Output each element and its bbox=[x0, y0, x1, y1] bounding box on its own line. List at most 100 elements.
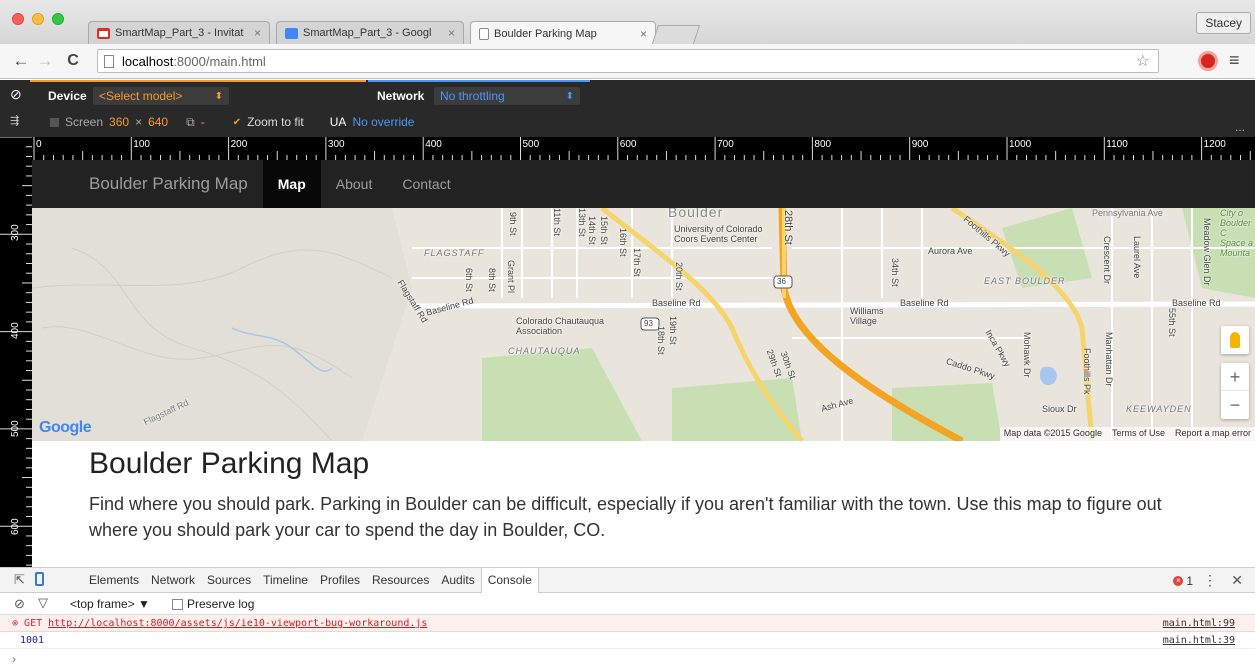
map-label-baseline-east: Baseline Rd bbox=[900, 298, 949, 308]
device-mode-icon[interactable] bbox=[35, 572, 44, 586]
close-tab-icon[interactable]: × bbox=[254, 26, 261, 40]
preserve-log-option[interactable]: Preserve log bbox=[172, 597, 254, 611]
minimize-window-button[interactable] bbox=[32, 13, 44, 25]
swap-dimensions-icon[interactable]: ⧉ bbox=[186, 115, 195, 130]
ruler-label: 600 bbox=[10, 518, 21, 535]
map-attribution: Map data ©2015 Google Terms of Use Repor… bbox=[999, 427, 1255, 441]
source-link[interactable]: main.html:99 bbox=[1163, 615, 1235, 632]
browser-tab-active[interactable]: Boulder Parking Map × bbox=[470, 21, 656, 45]
emulation-row-screen: Screen 360 × 640 ⧉ - ✔ Zoom to fit UA No… bbox=[0, 109, 1255, 135]
map-label-flagstaff: FLAGSTAFF bbox=[424, 248, 485, 258]
source-link[interactable]: main.html:39 bbox=[1163, 632, 1235, 649]
report-error-link[interactable]: Report a map error bbox=[1175, 428, 1251, 440]
tab-timeline[interactable]: Timeline bbox=[257, 568, 314, 593]
devtools-close-icon[interactable]: ✕ bbox=[1231, 572, 1243, 589]
ruler-label: 500 bbox=[523, 139, 540, 150]
profile-button[interactable]: Stacey bbox=[1196, 12, 1251, 34]
tab-resources[interactable]: Resources bbox=[366, 568, 435, 593]
preserve-log-checkbox[interactable] bbox=[172, 598, 183, 610]
browser-tab-gmail[interactable]: SmartMap_Part_3 - Invitat × bbox=[88, 21, 270, 44]
nav-link-contact[interactable]: Contact bbox=[387, 160, 465, 208]
new-tab-button[interactable] bbox=[651, 25, 701, 44]
dpr-value[interactable]: - bbox=[201, 115, 205, 129]
vertical-ruler-ticks: 300 400 500 600 bbox=[0, 137, 32, 566]
network-tab-indicator bbox=[368, 80, 590, 82]
tab-title: SmartMap_Part_3 - Invitat bbox=[115, 27, 244, 39]
ua-value[interactable]: No override bbox=[352, 115, 414, 129]
network-label: Network bbox=[377, 89, 425, 103]
tab-profiles[interactable]: Profiles bbox=[314, 568, 366, 593]
devtools-menu-icon[interactable]: ⋮ bbox=[1203, 572, 1217, 589]
bookmark-star-icon[interactable]: ☆ bbox=[1136, 51, 1150, 71]
back-icon[interactable]: ← bbox=[10, 50, 32, 72]
device-model-select[interactable]: <Select model> ⬍ bbox=[93, 87, 229, 105]
map-label-keewayden: KEEWAYDEN bbox=[1126, 404, 1192, 414]
ruler-label: 700 bbox=[717, 139, 734, 150]
tab-sources[interactable]: Sources bbox=[201, 568, 257, 593]
maximize-window-button[interactable] bbox=[52, 13, 64, 25]
close-window-button[interactable] bbox=[12, 13, 24, 25]
site-brand[interactable]: Boulder Parking Map bbox=[74, 160, 263, 208]
error-count: 1 bbox=[1186, 574, 1193, 588]
clear-console-icon[interactable]: ⊘ bbox=[14, 596, 25, 612]
nav-link-about[interactable]: About bbox=[321, 160, 388, 208]
tab-audits[interactable]: Audits bbox=[435, 568, 480, 593]
network-select-value: No throttling bbox=[440, 89, 505, 103]
gmail-icon bbox=[97, 27, 110, 39]
terms-of-use-link[interactable]: Terms of Use bbox=[1112, 428, 1165, 440]
zoom-out-button[interactable]: − bbox=[1221, 391, 1249, 419]
map-label-19th-st: 19th St bbox=[668, 316, 678, 345]
tab-console[interactable]: Console bbox=[480, 568, 539, 593]
filter-icon[interactable]: ▽ bbox=[38, 595, 48, 611]
tab-title: SmartMap_Part_3 - Googl bbox=[303, 27, 432, 39]
park-area bbox=[672, 378, 802, 441]
url-host: localhost bbox=[122, 53, 174, 69]
tab-elements[interactable]: Elements bbox=[83, 568, 145, 593]
site-navbar: Boulder Parking Map Map About Contact bbox=[32, 160, 1255, 208]
console-prompt[interactable]: › bbox=[12, 652, 16, 666]
map-label-pennsylvania: Pennsylvania Ave bbox=[1092, 208, 1163, 218]
google-logo: Google bbox=[39, 419, 92, 436]
request-url-link[interactable]: http://localhost:8000/assets/js/ie10-vie… bbox=[48, 618, 427, 629]
zoom-checkbox-icon[interactable]: ✔ bbox=[233, 117, 241, 128]
nav-link-map[interactable]: Map bbox=[262, 160, 321, 208]
url-path: :8000/main.html bbox=[173, 53, 266, 69]
extension-icon[interactable] bbox=[1198, 51, 1218, 71]
screen-width-input[interactable]: 360 bbox=[109, 115, 129, 129]
map-label-laurel-ave: Laurel Ave bbox=[1132, 236, 1142, 279]
map-label-williams-village: Williams Village bbox=[850, 306, 884, 326]
inspect-element-icon[interactable]: ⇱ bbox=[14, 572, 25, 588]
google-map[interactable]: Boulder Pennsylvania Ave City o Boulder … bbox=[32, 208, 1255, 441]
error-icon: × bbox=[1173, 576, 1184, 586]
map-label-13th-st: 13th St bbox=[577, 208, 587, 237]
tab-network[interactable]: Network bbox=[145, 568, 201, 593]
ruler-label: 400 bbox=[425, 139, 442, 150]
network-throttle-select[interactable]: No throttling ⬍ bbox=[434, 87, 580, 105]
error-counter[interactable]: × 1 bbox=[1173, 574, 1193, 588]
map-label-8th-st: 8th St bbox=[487, 268, 497, 292]
browser-tab-docs[interactable]: SmartMap_Part_3 - Googl × bbox=[276, 21, 464, 44]
frame-select[interactable]: <top frame> ▼ bbox=[70, 597, 150, 611]
more-options-icon[interactable]: ... bbox=[1235, 120, 1245, 134]
map-label-east-boulder: EAST BOULDER bbox=[984, 276, 1066, 286]
page-content: Boulder Parking Map Find where you shoul… bbox=[89, 441, 1209, 543]
address-bar[interactable]: localhost :8000/main.html ☆ bbox=[97, 49, 1159, 73]
zoom-in-button[interactable]: + bbox=[1221, 363, 1249, 391]
street-view-pegman-icon[interactable] bbox=[1221, 326, 1249, 354]
chrome-menu-icon[interactable]: ≡ bbox=[1229, 50, 1240, 71]
close-tab-icon[interactable]: × bbox=[448, 26, 455, 40]
close-tab-icon[interactable]: × bbox=[640, 27, 647, 41]
screen-checkbox[interactable] bbox=[50, 117, 59, 127]
device-tab-indicator bbox=[30, 80, 366, 82]
map-label-55th-st: 55th St bbox=[1167, 308, 1177, 337]
map-label-28th-st: 28th St bbox=[782, 210, 794, 245]
pegman-figure bbox=[1230, 332, 1240, 348]
device-select-value: <Select model> bbox=[99, 89, 183, 103]
console-log-row: 1001 main.html:39 bbox=[0, 632, 1255, 649]
map-label-mohawk-dr: Mohawk Dr bbox=[1022, 332, 1032, 378]
console-error-row: ⊗ GET http://localhost:8000/assets/js/ie… bbox=[0, 615, 1255, 632]
tab-title: Boulder Parking Map bbox=[494, 27, 597, 40]
reload-icon[interactable]: C bbox=[62, 50, 84, 72]
screen-height-input[interactable]: 640 bbox=[148, 115, 168, 129]
forward-icon[interactable]: → bbox=[34, 50, 56, 72]
